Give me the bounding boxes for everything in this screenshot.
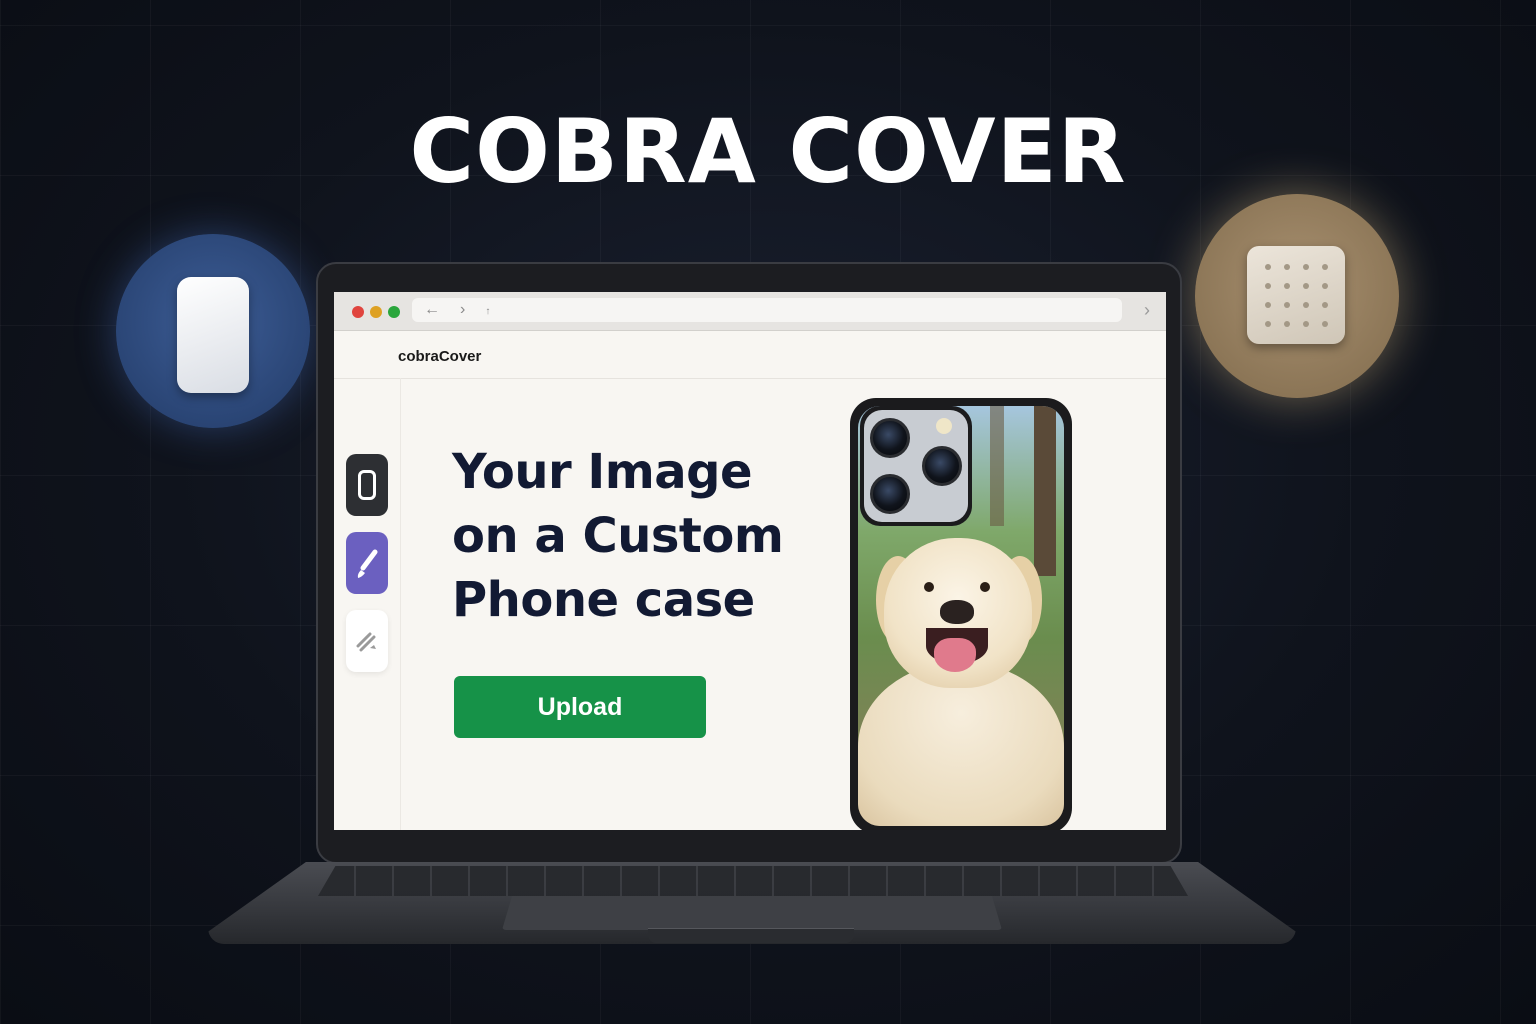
upload-button[interactable]: Upload (454, 676, 706, 738)
camera-module (860, 406, 972, 526)
laptop-keyboard (318, 866, 1188, 896)
camera-lens-icon (870, 474, 910, 514)
hero-title: COBRA COVER (409, 100, 1127, 203)
headline-line: Phone case (452, 572, 755, 628)
forward-icon[interactable]: › (460, 301, 465, 318)
grid-pattern-icon (1247, 246, 1345, 344)
close-dot[interactable] (352, 306, 364, 318)
phone-case-badge (116, 234, 310, 428)
laptop-notch (648, 928, 854, 943)
refresh-icon[interactable]: ↑ (485, 306, 490, 317)
back-icon[interactable]: ← (424, 301, 440, 318)
case-tool-button[interactable] (346, 454, 388, 516)
camera-lens-icon (922, 446, 962, 486)
laptop-screen: ← › ↑ › cobraCover Your Image on a Custom … (334, 292, 1166, 830)
chevron-right-icon[interactable]: › (1144, 300, 1150, 321)
sidebar-divider (400, 378, 401, 830)
brush-icon (357, 549, 378, 578)
phone-case-preview (850, 398, 1072, 830)
laptop-trackpad (502, 896, 1002, 930)
pattern-badge (1195, 194, 1399, 398)
phone-case-icon (358, 470, 376, 500)
maximize-dot[interactable] (388, 306, 400, 318)
phone-case-icon (177, 277, 249, 393)
hero-headline: Your Image on a Custom Phone case (452, 440, 812, 632)
eraser-tool-button[interactable] (346, 610, 388, 672)
eraser-icon (356, 632, 376, 652)
minimize-dot[interactable] (370, 306, 382, 318)
browser-toolbar: ← › ↑ › (334, 292, 1166, 331)
header-divider (334, 378, 1166, 379)
site-logo[interactable]: cobraCover (398, 348, 481, 365)
headline-line: on a Custom (452, 508, 784, 564)
flash-icon (936, 418, 952, 434)
brush-tool-button[interactable] (346, 532, 388, 594)
camera-lens-icon (870, 418, 910, 458)
headline-line: Your Image (452, 444, 753, 500)
address-bar[interactable]: ← › ↑ (412, 298, 1122, 322)
